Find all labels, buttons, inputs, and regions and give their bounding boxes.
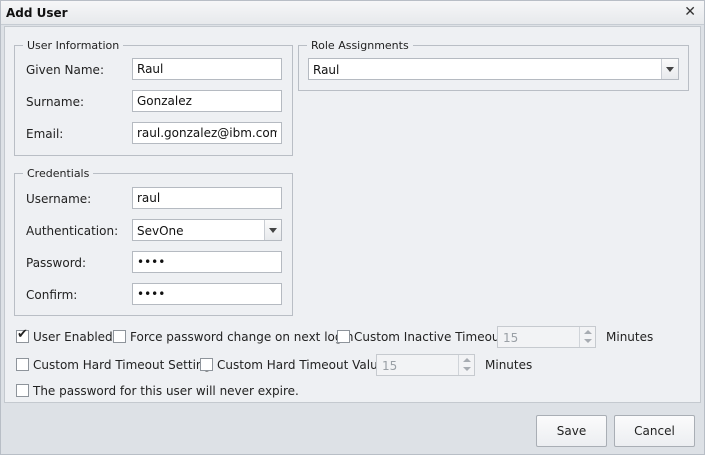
surname-label: Surname: bbox=[26, 95, 85, 109]
role-dropdown-button[interactable] bbox=[661, 59, 678, 79]
user-information-legend: User Information bbox=[27, 39, 120, 52]
user-enabled-label: User Enabled bbox=[33, 330, 113, 344]
chevron-up-icon bbox=[584, 330, 592, 334]
authentication-label: Authentication: bbox=[26, 224, 119, 238]
close-icon[interactable]: ✕ bbox=[684, 4, 696, 20]
email-input[interactable] bbox=[132, 122, 282, 144]
role-selected-value: Raul bbox=[313, 63, 340, 77]
force-password-change-label: Force password change on next login bbox=[130, 330, 354, 344]
add-user-dialog: Add User ✕ User Information Given Name: … bbox=[0, 0, 705, 455]
dialog-body: User Information Given Name: Surname: Em… bbox=[4, 26, 701, 403]
email-label: Email: bbox=[26, 127, 64, 141]
dialog-titlebar: Add User ✕ bbox=[1, 1, 704, 25]
user-enabled-checkbox[interactable]: ✔ bbox=[16, 327, 29, 343]
inactive-timeout-spinner[interactable]: 15 bbox=[497, 326, 596, 348]
save-button[interactable]: Save bbox=[536, 415, 607, 447]
dialog-title: Add User bbox=[6, 6, 68, 20]
confirm-value: •••• bbox=[137, 287, 166, 301]
chevron-down-icon bbox=[666, 67, 674, 72]
never-expire-checkbox[interactable] bbox=[16, 384, 29, 397]
hard-minutes-label: Minutes bbox=[485, 358, 533, 372]
role-assignments-legend: Role Assignments bbox=[311, 39, 409, 52]
username-input[interactable] bbox=[132, 187, 282, 209]
custom-hard-timeout-setting-checkbox[interactable] bbox=[16, 358, 29, 371]
inactive-timeout-arrows[interactable] bbox=[579, 327, 595, 347]
custom-hard-timeout-setting-label: Custom Hard Timeout Setting bbox=[33, 358, 212, 372]
hard-timeout-value: 15 bbox=[382, 359, 398, 373]
username-label: Username: bbox=[26, 192, 92, 206]
authentication-select[interactable]: SevOne bbox=[132, 219, 282, 241]
authentication-dropdown-button[interactable] bbox=[264, 220, 281, 240]
force-password-change-checkbox[interactable] bbox=[113, 330, 126, 343]
inactive-timeout-value: 15 bbox=[503, 331, 519, 345]
role-assignments-select[interactable]: Raul bbox=[308, 58, 679, 80]
chevron-up-icon bbox=[463, 358, 471, 362]
custom-hard-timeout-value-label: Custom Hard Timeout Value bbox=[217, 358, 386, 372]
chevron-down-icon bbox=[269, 228, 277, 233]
given-name-input[interactable] bbox=[132, 58, 282, 80]
never-expire-label: The password for this user will never ex… bbox=[33, 384, 299, 398]
custom-inactive-timeout-label: Custom Inactive Timeout bbox=[354, 330, 505, 344]
cancel-button[interactable]: Cancel bbox=[614, 415, 695, 447]
password-input[interactable]: •••• bbox=[132, 251, 282, 273]
given-name-label: Given Name: bbox=[26, 63, 104, 77]
inactive-minutes-label: Minutes bbox=[606, 330, 654, 344]
surname-input[interactable] bbox=[132, 90, 282, 112]
check-icon: ✔ bbox=[17, 327, 28, 342]
confirm-label: Confirm: bbox=[26, 288, 78, 302]
password-value: •••• bbox=[137, 255, 166, 269]
chevron-down-icon bbox=[463, 367, 471, 371]
password-label: Password: bbox=[26, 256, 87, 270]
confirm-password-input[interactable]: •••• bbox=[132, 283, 282, 305]
hard-timeout-arrows[interactable] bbox=[458, 355, 474, 375]
chevron-down-icon bbox=[584, 339, 592, 343]
custom-hard-timeout-value-checkbox[interactable] bbox=[200, 358, 213, 371]
authentication-selected-value: SevOne bbox=[137, 224, 184, 238]
credentials-legend: Credentials bbox=[27, 167, 90, 180]
custom-inactive-timeout-checkbox[interactable] bbox=[337, 330, 350, 343]
hard-timeout-spinner[interactable]: 15 bbox=[376, 354, 475, 376]
